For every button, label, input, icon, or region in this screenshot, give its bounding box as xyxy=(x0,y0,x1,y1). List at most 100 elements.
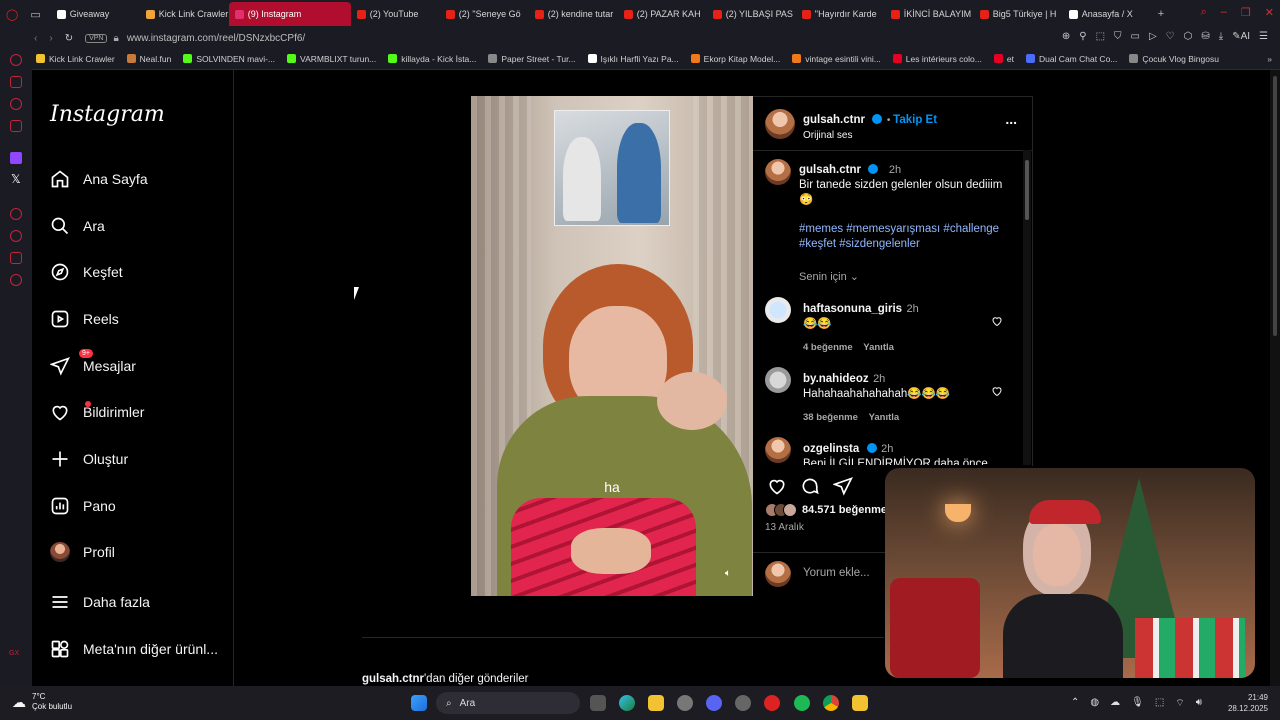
task-view-icon[interactable] xyxy=(590,695,606,711)
weather-widget[interactable]: ☁ 7°C Çok bulutlu xyxy=(12,692,72,712)
vpn-badge[interactable]: VPN xyxy=(85,33,108,43)
maximize-icon[interactable]: ❐ xyxy=(1241,6,1251,19)
bookmark-item[interactable]: Paper Street - Tur... xyxy=(482,54,581,64)
comment-avatar[interactable] xyxy=(765,367,791,393)
reel-video[interactable]: ha 🔈︎ xyxy=(471,96,753,596)
sidebar-player-icon[interactable] xyxy=(10,208,22,220)
download-icon[interactable]: ⤓ xyxy=(1219,31,1223,42)
tray-volume-icon[interactable]: 🔊︎ xyxy=(1196,697,1202,710)
spotify-icon[interactable] xyxy=(794,695,810,711)
tray-wifi-icon[interactable]: ⌔ xyxy=(1175,697,1184,710)
screenshot-icon[interactable]: ⬚ xyxy=(1096,31,1105,42)
caption-author[interactable]: gulsah.ctnr xyxy=(799,164,861,176)
comment-avatar[interactable] xyxy=(765,297,791,323)
browser-tab[interactable]: Anasayfa / X xyxy=(1063,2,1152,26)
sidebar-messenger-icon[interactable] xyxy=(10,98,22,110)
browser-tab[interactable]: İKİNCİ BALAYIM xyxy=(885,2,974,26)
nav-search[interactable]: Ara xyxy=(50,214,105,238)
bookmark-item[interactable]: Neal.fun xyxy=(121,54,178,64)
opera-logo-icon[interactable]: ◯ xyxy=(0,8,24,21)
author-avatar[interactable] xyxy=(765,109,795,139)
sidebar-extensions-icon[interactable] xyxy=(10,252,22,264)
comment-input[interactable]: Yorum ekle... xyxy=(803,567,870,579)
comment-like-icon[interactable] xyxy=(991,385,1003,397)
comments-scrollbar[interactable] xyxy=(1023,150,1031,465)
nav-explore[interactable]: Keşfet xyxy=(50,260,123,284)
reply-button[interactable]: Yanıtla xyxy=(863,342,894,353)
clock[interactable]: 21:49 28.12.2025 xyxy=(1228,692,1268,714)
sidebar-instagram-icon[interactable] xyxy=(10,120,22,132)
minimize-icon[interactable]: – xyxy=(1221,6,1227,19)
comment-user[interactable]: by.nahideoz xyxy=(803,373,869,385)
lock-icon[interactable]: 🔒︎ xyxy=(113,33,118,44)
sidebar-twitch-icon[interactable] xyxy=(10,152,22,164)
extensions-icon[interactable]: ⬡ xyxy=(1184,31,1193,42)
bookmark-item[interactable]: VARMBLIXT turun... xyxy=(281,54,382,64)
browser-tab[interactable]: (2) YouTube xyxy=(351,2,440,26)
nav-home[interactable]: Ana Sayfa xyxy=(50,167,148,191)
comment-user[interactable]: haftasonuna_giris xyxy=(803,303,902,315)
browser-tab[interactable]: Kick Link Crawler xyxy=(140,2,229,26)
bookmark-item[interactable]: Kick Link Crawler xyxy=(30,54,121,64)
hashtags-line1[interactable]: #memes #memesyarışması #challenge xyxy=(799,222,1019,237)
close-icon[interactable]: ✕ xyxy=(1265,6,1274,19)
for-you-toggle[interactable]: Senin için ⌄ xyxy=(799,270,1019,283)
sidebar-home-icon[interactable] xyxy=(10,54,22,66)
bookmark-item[interactable]: Dual Cam Chat Co... xyxy=(1020,54,1123,64)
browser-tab[interactable]: (2) YILBAŞI PAS xyxy=(707,2,796,26)
browser-tab[interactable]: ''Hayırdır Karde xyxy=(796,2,885,26)
bookmark-icon[interactable]: ▭ xyxy=(1131,31,1140,42)
browser-tab[interactable]: (2) kendine tutar xyxy=(529,2,618,26)
bookmarks-overflow-icon[interactable]: » xyxy=(1267,54,1272,64)
comment-likes[interactable]: 4 beğenme xyxy=(803,342,853,353)
bookmark-item[interactable]: et xyxy=(988,54,1020,64)
menu-icon[interactable]: ☰ xyxy=(1259,31,1268,42)
comment-icon[interactable] xyxy=(800,476,820,496)
more-posts-user[interactable]: gulsah.ctnr xyxy=(362,673,424,685)
like-count[interactable]: 84.571 beğenme xyxy=(802,504,887,516)
back-icon[interactable]: ‹ xyxy=(34,33,37,44)
app-icon[interactable] xyxy=(735,695,751,711)
bookmark-item[interactable]: Les intérieurs colo... xyxy=(887,54,988,64)
new-tab-icon[interactable]: + xyxy=(1152,8,1170,20)
zoom-icon[interactable]: ⊕ xyxy=(1062,31,1070,42)
browser-tab[interactable]: (2) ''Seneye Gö xyxy=(440,2,529,26)
taskbar-search[interactable]: ⌕ Ara xyxy=(436,692,580,714)
nav-notifications[interactable]: Bildirimler xyxy=(50,400,144,424)
discord-icon[interactable] xyxy=(706,695,722,711)
tray-network-icon[interactable]: ⬚ xyxy=(1155,697,1164,710)
nav-messages[interactable]: 9+ Mesajlar xyxy=(50,349,136,378)
tab-overview-icon[interactable]: ▭ xyxy=(24,8,46,21)
comment-user[interactable]: ozgelinsta xyxy=(803,443,859,455)
likes-row[interactable]: 84.571 beğenme xyxy=(765,503,887,517)
tray-cloud-icon[interactable]: ☁ xyxy=(1110,697,1120,710)
nav-dashboard[interactable]: Pano xyxy=(50,494,116,518)
audio-label[interactable]: Orijinal ses xyxy=(803,130,937,141)
shield-icon[interactable]: ⛉ xyxy=(1114,31,1122,42)
caption-avatar[interactable] xyxy=(765,159,791,185)
scrollbar-thumb[interactable] xyxy=(1025,160,1029,220)
page-scrollbar-thumb[interactable] xyxy=(1273,76,1277,336)
comment-likes[interactable]: 38 beğenme xyxy=(803,412,858,423)
browser-tab[interactable]: (2) PAZAR KAH xyxy=(618,2,707,26)
like-icon[interactable] xyxy=(767,476,787,496)
tray-app-icon[interactable]: ◍ xyxy=(1090,697,1099,710)
sidebar-history-icon[interactable] xyxy=(10,230,22,242)
play-icon[interactable]: ▷ xyxy=(1149,31,1157,42)
settings-icon[interactable] xyxy=(677,695,693,711)
share-icon[interactable] xyxy=(833,476,853,496)
tray-mic-icon[interactable]: 🎙︎ xyxy=(1131,697,1144,710)
sidebar-bag-icon[interactable] xyxy=(10,76,22,88)
sidebar-x-icon[interactable]: 𝕏 xyxy=(11,172,21,186)
nav-create[interactable]: Oluştur xyxy=(50,447,128,471)
bookmark-item[interactable]: Işıklı Harfli Yazı Pa... xyxy=(582,54,685,64)
browser-tab[interactable]: Big5 Türkiye | H xyxy=(974,2,1063,26)
page-scrollbar[interactable] xyxy=(1270,70,1280,686)
obs-icon[interactable] xyxy=(852,695,868,711)
forward-icon[interactable]: › xyxy=(49,33,52,44)
sidebar-settings-icon[interactable] xyxy=(10,274,22,286)
aria-icon[interactable]: ✎AI xyxy=(1232,31,1250,42)
more-options-icon[interactable]: ... xyxy=(1005,111,1017,127)
browser-tab[interactable]: Giveaway xyxy=(51,2,140,26)
bookmark-item[interactable]: killayda - Kick İsta... xyxy=(382,54,482,64)
